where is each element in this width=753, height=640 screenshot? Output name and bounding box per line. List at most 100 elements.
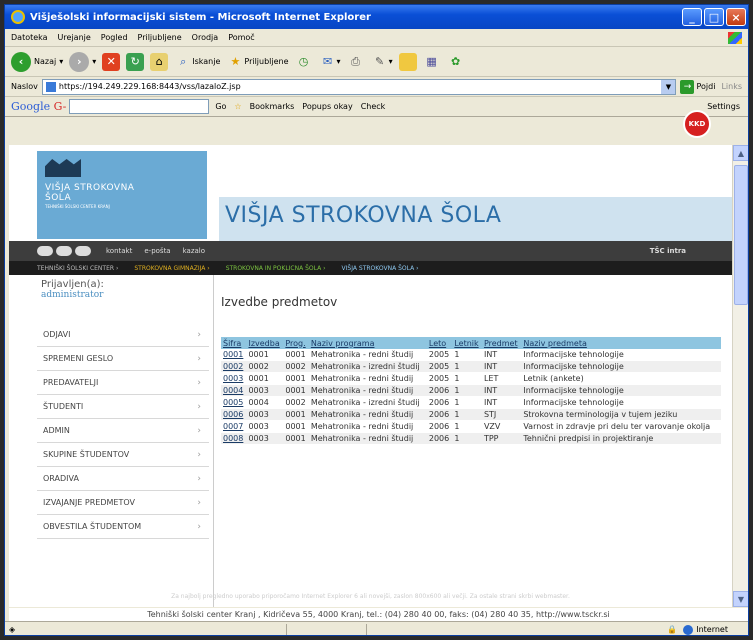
back-button[interactable]: ‹ Nazaj ▾	[11, 51, 63, 72]
print-button[interactable]: ⎙	[347, 53, 365, 71]
home-button[interactable]: ⌂	[150, 52, 169, 71]
col-naziv-programa[interactable]: Naziv programa	[308, 337, 427, 349]
sidebar-item-students[interactable]: ŠTUDENTI ›	[37, 395, 209, 419]
nav-link-intra[interactable]: TŠC intra	[650, 247, 686, 255]
row-id-link[interactable]: 0004	[221, 384, 247, 397]
col-izvedba[interactable]: Izvedba	[246, 337, 284, 349]
scroll-up-icon[interactable]: ▲	[733, 145, 748, 161]
search-button[interactable]: ⌕ Iskanje	[174, 53, 220, 71]
cell: 0003	[246, 432, 284, 445]
cell: Informacijske tehnologije	[521, 360, 721, 373]
col-predmet[interactable]: Predmet	[481, 337, 522, 349]
main-panel: Izvedbe predmetov Šifra Izvedba Prog. Na…	[221, 275, 721, 445]
research-button[interactable]: ▦	[423, 53, 441, 71]
cell: 0003	[246, 384, 284, 397]
cell: VZV	[481, 420, 522, 433]
row-id-link[interactable]: 0003	[221, 372, 247, 385]
logo-line1: VIŠJA STROKOVNA	[45, 183, 135, 193]
vertical-scrollbar[interactable]: ▲ ▼	[732, 145, 748, 607]
nav-vss[interactable]: VIŠJA STROKOVNA ŠOLA ›	[342, 265, 419, 272]
nav-poklicna[interactable]: STROKOVNA IN POKLICNA ŠOLA ›	[226, 265, 326, 272]
kkd-badge[interactable]: KKD	[683, 110, 711, 138]
sidebar-item-student-groups[interactable]: SKUPINE ŠTUDENTOV ›	[37, 443, 209, 467]
globe-icon	[683, 624, 694, 635]
address-bar: Naslov https://194.249.229.168:8443/vss/…	[5, 77, 748, 97]
cell: Informacijske tehnologije	[521, 384, 721, 397]
login-label: Prijavljen(a):	[41, 279, 104, 290]
settings-button[interactable]: Settings	[707, 102, 740, 111]
mail-button[interactable]: ✉ ▾	[319, 53, 341, 71]
history-button[interactable]: ◷	[295, 53, 313, 71]
go-button[interactable]: → Pojdi	[680, 79, 715, 94]
maximize-button[interactable]: □	[704, 8, 724, 26]
folder-button[interactable]	[398, 52, 417, 71]
cell: 0001	[283, 349, 309, 361]
site-title: VIŠJA STROKOVNA ŠOLA	[219, 197, 732, 241]
nav-link-email[interactable]: e-pošta	[144, 247, 170, 255]
nav-pill-icon[interactable]	[37, 246, 53, 256]
sidebar-item-logout[interactable]: ODJAVI ›	[37, 323, 209, 347]
favorites-button[interactable]: ★ Priljubljene	[226, 53, 288, 71]
cell: 1	[452, 408, 482, 421]
address-input[interactable]: https://194.249.229.168:8443/vss/lazaloZ…	[41, 78, 677, 95]
check-button[interactable]: Check	[361, 102, 386, 111]
nav-pill-icon[interactable]	[56, 246, 72, 256]
close-button[interactable]: ×	[726, 8, 746, 26]
nav-link-contact[interactable]: kontakt	[106, 247, 132, 255]
logo-small: TEHNIŠKI ŠOLSKI CENTER KRANJ	[45, 204, 110, 209]
messenger-button[interactable]: ✿	[447, 53, 465, 71]
col-letnik[interactable]: Letnik	[452, 337, 482, 349]
row-id-link[interactable]: 0005	[221, 396, 247, 409]
sidebar-item-admin[interactable]: ADMIN ›	[37, 419, 209, 443]
sidebar-item-lecturers[interactable]: PREDAVATELJI ›	[37, 371, 209, 395]
google-search-input[interactable]	[69, 99, 210, 114]
sidebar-item-notices[interactable]: OBVESTILA ŠTUDENTOM ›	[37, 515, 209, 539]
popups-button[interactable]: Popups okay	[302, 102, 352, 111]
bookmarks-button[interactable]: Bookmarks	[250, 102, 295, 111]
menu-edit[interactable]: Urejanje	[58, 33, 91, 42]
google-go-button[interactable]: Go	[215, 102, 226, 111]
row-id-link[interactable]: 0002	[221, 360, 247, 373]
cell: Mehatronika - redni študij	[308, 420, 427, 433]
star-icon: ★	[230, 55, 241, 68]
scroll-thumb[interactable]	[734, 165, 748, 305]
nav-gimnazija[interactable]: STROKOVNA GIMNAZIJA ›	[134, 265, 209, 272]
nav-tsc[interactable]: TEHNIŠKI ŠOLSKI CENTER ›	[37, 265, 118, 272]
forward-arrow-icon: ›	[69, 51, 90, 72]
chevron-right-icon: ›	[197, 377, 201, 388]
row-id-link[interactable]: 0008	[221, 432, 247, 445]
sidebar-item-courses[interactable]: IZVAJANJE PREDMETOV ›	[37, 491, 209, 515]
menu-help[interactable]: Pomoč	[228, 33, 255, 42]
menu-favorites[interactable]: Priljubljene	[138, 33, 182, 42]
menu-file[interactable]: Datoteka	[11, 33, 48, 42]
menu-view[interactable]: Pogled	[101, 33, 128, 42]
row-id-link[interactable]: 0006	[221, 408, 247, 421]
links-label[interactable]: Links	[721, 82, 742, 91]
edit-button[interactable]: ✎ ▾	[371, 53, 393, 71]
login-info: Prijavljen(a): administrator	[37, 275, 209, 323]
cell: 2006	[426, 384, 453, 397]
nav-pill-icon[interactable]	[75, 246, 91, 256]
row-id-link[interactable]: 0001	[221, 349, 247, 361]
school-logo[interactable]: VIŠJA STROKOVNA ŠOLA TEHNIŠKI ŠOLSKI CEN…	[37, 151, 207, 239]
star-icon[interactable]: ☆	[234, 102, 241, 111]
refresh-button[interactable]: ↻	[126, 52, 145, 71]
minimize-button[interactable]: _	[682, 8, 702, 26]
row-id-link[interactable]: 0007	[221, 420, 247, 433]
stop-button[interactable]: ✕	[102, 52, 121, 71]
chevron-down-icon[interactable]: ▼	[661, 79, 676, 94]
col-sifra[interactable]: Šifra	[221, 337, 247, 349]
search-label: Iskanje	[192, 57, 221, 66]
sidebar-item-change-password[interactable]: SPREMENI GESLO ›	[37, 347, 209, 371]
menu-tools[interactable]: Orodja	[192, 33, 219, 42]
print-icon: ⎙	[351, 54, 360, 68]
scroll-down-icon[interactable]: ▼	[733, 591, 748, 607]
col-leto[interactable]: Leto	[426, 337, 453, 349]
cell: 1	[452, 396, 482, 409]
col-naziv-predmeta[interactable]: Naziv predmeta	[521, 337, 721, 349]
research-icon: ▦	[426, 55, 437, 68]
nav-link-index[interactable]: kazalo	[183, 247, 205, 255]
sidebar-item-materials[interactable]: ORADIVA ›	[37, 467, 209, 491]
forward-button[interactable]: › ▾	[69, 51, 96, 72]
col-prog[interactable]: Prog.	[283, 337, 309, 349]
